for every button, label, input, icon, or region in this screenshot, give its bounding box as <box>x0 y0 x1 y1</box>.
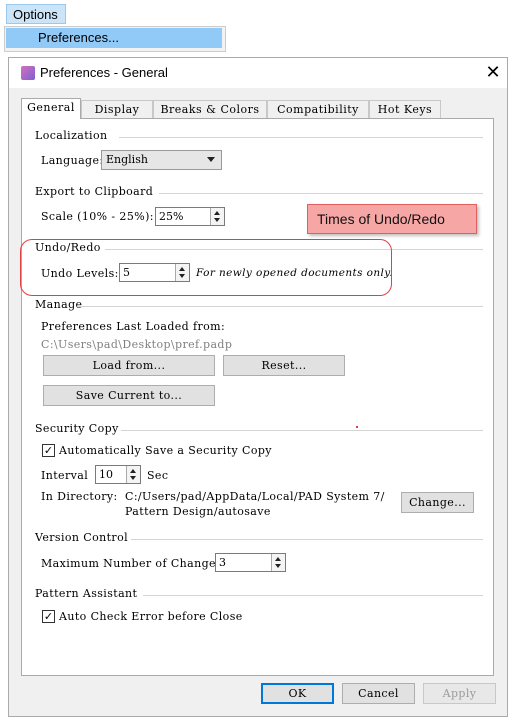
menu-options[interactable]: Options <box>6 4 66 24</box>
directory-path-line2: Pattern Design/autosave <box>125 505 271 518</box>
chevron-down-icon <box>207 157 215 162</box>
tab-general[interactable]: General <box>21 98 81 119</box>
app-icon <box>21 66 35 80</box>
reset-button[interactable]: Reset... <box>223 355 345 376</box>
spinner-buttons[interactable] <box>271 554 285 571</box>
spinner-buttons[interactable] <box>126 466 140 483</box>
directory-path-line1: C:/Users/pad/AppData/Local/PAD System 7/ <box>125 490 385 503</box>
interval-unit: Sec <box>147 469 169 482</box>
tab-display[interactable]: Display <box>81 100 153 118</box>
annotation-highlight-outline <box>20 239 392 296</box>
divider <box>77 306 483 307</box>
autocheck-checkbox[interactable]: ✓ <box>42 610 55 623</box>
localization-header: Localization <box>35 129 108 142</box>
divider <box>131 539 483 540</box>
arrow-down-icon <box>130 476 136 480</box>
max-changesets-spinner[interactable]: 3 <box>215 553 286 572</box>
cancel-button[interactable]: Cancel <box>342 683 415 704</box>
autosave-checkbox[interactable]: ✓ <box>42 444 55 457</box>
title-bar: Preferences - General ✕ <box>9 58 507 88</box>
language-select[interactable]: English <box>101 150 222 170</box>
scale-label: Scale (10% - 25%): <box>41 210 154 223</box>
divider <box>119 137 483 138</box>
scale-spinner[interactable]: 25% <box>155 207 225 226</box>
tab-compatibility[interactable]: Compatibility <box>267 100 369 118</box>
autocheck-label: Auto Check Error before Close <box>59 610 243 623</box>
arrow-down-icon <box>214 218 220 222</box>
change-button[interactable]: Change... <box>401 492 474 513</box>
max-changesets-value: 3 <box>219 556 226 569</box>
arrow-up-icon <box>214 211 220 215</box>
interval-spinner[interactable]: 10 <box>95 465 141 484</box>
version-header: Version Control <box>35 531 129 544</box>
interval-label: Interval <box>41 469 89 482</box>
dialog-title: Preferences - General <box>40 65 168 80</box>
load-from-button[interactable]: Load from... <box>43 355 215 376</box>
language-value: English <box>106 153 148 166</box>
arrow-up-icon <box>275 557 281 561</box>
language-label: Language: <box>41 154 104 167</box>
max-changesets-label: Maximum Number of Changesets <box>41 557 240 570</box>
interval-value: 10 <box>99 468 113 481</box>
tab-hot-keys[interactable]: Hot Keys <box>369 100 441 118</box>
spinner-buttons[interactable] <box>210 208 224 225</box>
loaded-from-path: C:\Users\pad\Desktop\pref.padp <box>41 338 233 351</box>
menu-item-preferences[interactable]: Preferences... <box>6 28 222 48</box>
clipboard-header: Export to Clipboard <box>35 185 154 198</box>
divider <box>159 193 483 194</box>
ok-button[interactable]: OK <box>261 683 334 704</box>
security-header: Security Copy <box>35 422 119 435</box>
autosave-label: Automatically Save a Security Copy <box>59 444 272 457</box>
assistant-header: Pattern Assistant <box>35 587 138 600</box>
directory-label: In Directory: <box>41 490 118 503</box>
annotation-callout: Times of Undo/Redo <box>307 204 477 234</box>
apply-button[interactable]: Apply <box>423 683 496 704</box>
tab-breaks-colors[interactable]: Breaks & Colors <box>153 100 267 118</box>
save-current-button[interactable]: Save Current to... <box>43 385 215 406</box>
divider <box>121 430 483 431</box>
divider <box>143 595 483 596</box>
arrow-down-icon <box>275 564 281 568</box>
annotation-dot <box>356 426 358 428</box>
preferences-dialog: Preferences - General ✕ General Display … <box>8 57 508 717</box>
scale-value: 25% <box>159 210 184 223</box>
loaded-from-label: Preferences Last Loaded from: <box>41 320 226 333</box>
close-icon[interactable]: ✕ <box>483 61 503 83</box>
arrow-up-icon <box>130 469 136 473</box>
manage-header: Manage <box>35 298 83 311</box>
